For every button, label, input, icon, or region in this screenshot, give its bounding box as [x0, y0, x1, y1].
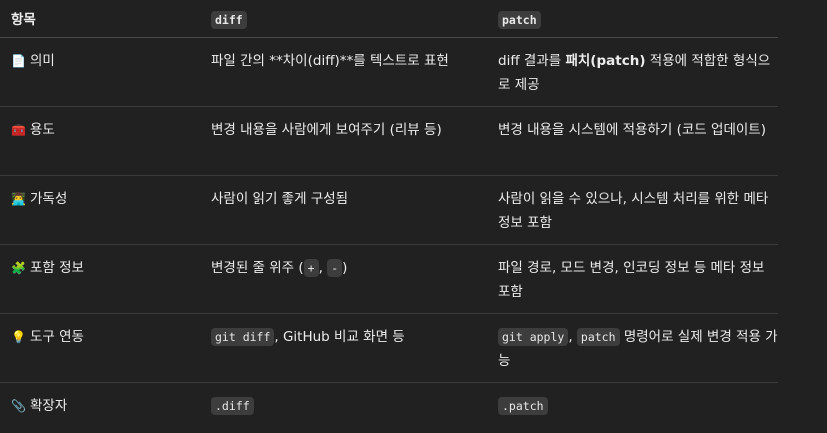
- row-label-text: 의미: [30, 53, 55, 69]
- plus-code: +: [303, 259, 319, 277]
- document-icon: 📄: [11, 54, 26, 68]
- row-label: 📎 확장자: [11, 394, 191, 418]
- diff-text-c: ): [342, 260, 348, 276]
- row-diff: 파일 간의 **차이(diff)**를 텍스트로 표현: [211, 53, 449, 69]
- row-label: 🧰 용도: [11, 118, 191, 142]
- minus-code: -: [327, 259, 343, 277]
- patch-ext-code: .patch: [498, 397, 548, 415]
- row-patch: 파일 경로, 모드 변경, 인코딩 정보 등 메타 정보 포함: [498, 260, 765, 300]
- row-label: 💡 도구 연동: [11, 325, 191, 349]
- row-patch: diff 결과를 패치(patch) 적용에 적합한 형식으로 제공: [498, 49, 778, 97]
- table-row: 🧰 용도 변경 내용을 사람에게 보여주기 (리뷰 등) 변경 내용을 시스템에 …: [0, 107, 778, 176]
- row-label-text: 용도: [30, 122, 55, 138]
- row-label-text: 도구 연동: [30, 329, 84, 345]
- row-label-text: 확장자: [30, 398, 68, 414]
- lightbulb-icon: 💡: [11, 330, 26, 344]
- row-label: 📄 의미: [11, 49, 191, 73]
- table-row: 📄 의미 파일 간의 **차이(diff)**를 텍스트로 표현 diff 결과를…: [0, 38, 778, 107]
- row-diff: .diff: [211, 394, 481, 418]
- row-patch: 변경 내용을 시스템에 적용하기 (코드 업데이트): [498, 122, 766, 138]
- row-diff: 변경 내용을 사람에게 보여주기 (리뷰 등): [211, 122, 442, 138]
- toolbox-icon: 🧰: [11, 123, 26, 137]
- header-item: 항목: [11, 12, 36, 28]
- patch-text-b: ,: [568, 329, 577, 345]
- row-patch: git apply, patch 명령어로 실제 변경 적용 가능: [498, 325, 778, 373]
- diff-ext-code: .diff: [211, 397, 254, 415]
- diff-text-a: , GitHub 비교 화면 등: [274, 329, 405, 345]
- header-diff: diff: [211, 8, 481, 32]
- row-patch: 사람이 읽을 수 있으나, 시스템 처리를 위한 메타 정보 포함: [498, 191, 769, 231]
- row-patch: .patch: [498, 394, 778, 418]
- puzzle-icon: 🧩: [11, 261, 26, 275]
- table-row: 👨‍💻 가독성 사람이 읽기 좋게 구성됨 사람이 읽을 수 있으나, 시스템 처…: [0, 176, 778, 245]
- header-patch: patch: [498, 8, 778, 32]
- row-diff: git diff, GitHub 비교 화면 등: [211, 325, 481, 349]
- row-diff: 사람이 읽기 좋게 구성됨: [211, 191, 349, 207]
- row-label: 🧩 포함 정보: [11, 256, 191, 280]
- row-diff: 변경된 줄 위주 (+, -): [211, 256, 481, 280]
- git-diff-code: git diff: [211, 328, 275, 346]
- paperclip-icon: 📎: [11, 399, 26, 413]
- table-header-row: 항목 diff patch: [0, 0, 778, 38]
- row-label-text: 포함 정보: [30, 260, 84, 276]
- patch-code: patch: [576, 328, 620, 346]
- header-diff-code: diff: [211, 11, 247, 29]
- diff-text-b: ,: [318, 260, 328, 276]
- git-apply-code: git apply: [498, 328, 569, 346]
- row-label-text: 가독성: [30, 191, 68, 207]
- diff-text-a: 변경된 줄 위주 (: [211, 260, 304, 276]
- table-row: 📎 확장자 .diff .patch: [0, 383, 778, 433]
- person-computer-icon: 👨‍💻: [11, 192, 26, 206]
- header-patch-code: patch: [498, 11, 541, 29]
- patch-text-a: diff 결과를: [498, 53, 566, 69]
- patch-bold: 패치(patch): [565, 53, 646, 69]
- table-row: 🧩 포함 정보 변경된 줄 위주 (+, -) 파일 경로, 모드 변경, 인코딩…: [0, 245, 778, 314]
- comparison-table: 항목 diff patch 📄 의미 파일 간의 **차이(diff)**를 텍스…: [0, 0, 778, 433]
- table-row: 💡 도구 연동 git diff, GitHub 비교 화면 등 git appl…: [0, 314, 778, 383]
- row-label: 👨‍💻 가독성: [11, 187, 191, 211]
